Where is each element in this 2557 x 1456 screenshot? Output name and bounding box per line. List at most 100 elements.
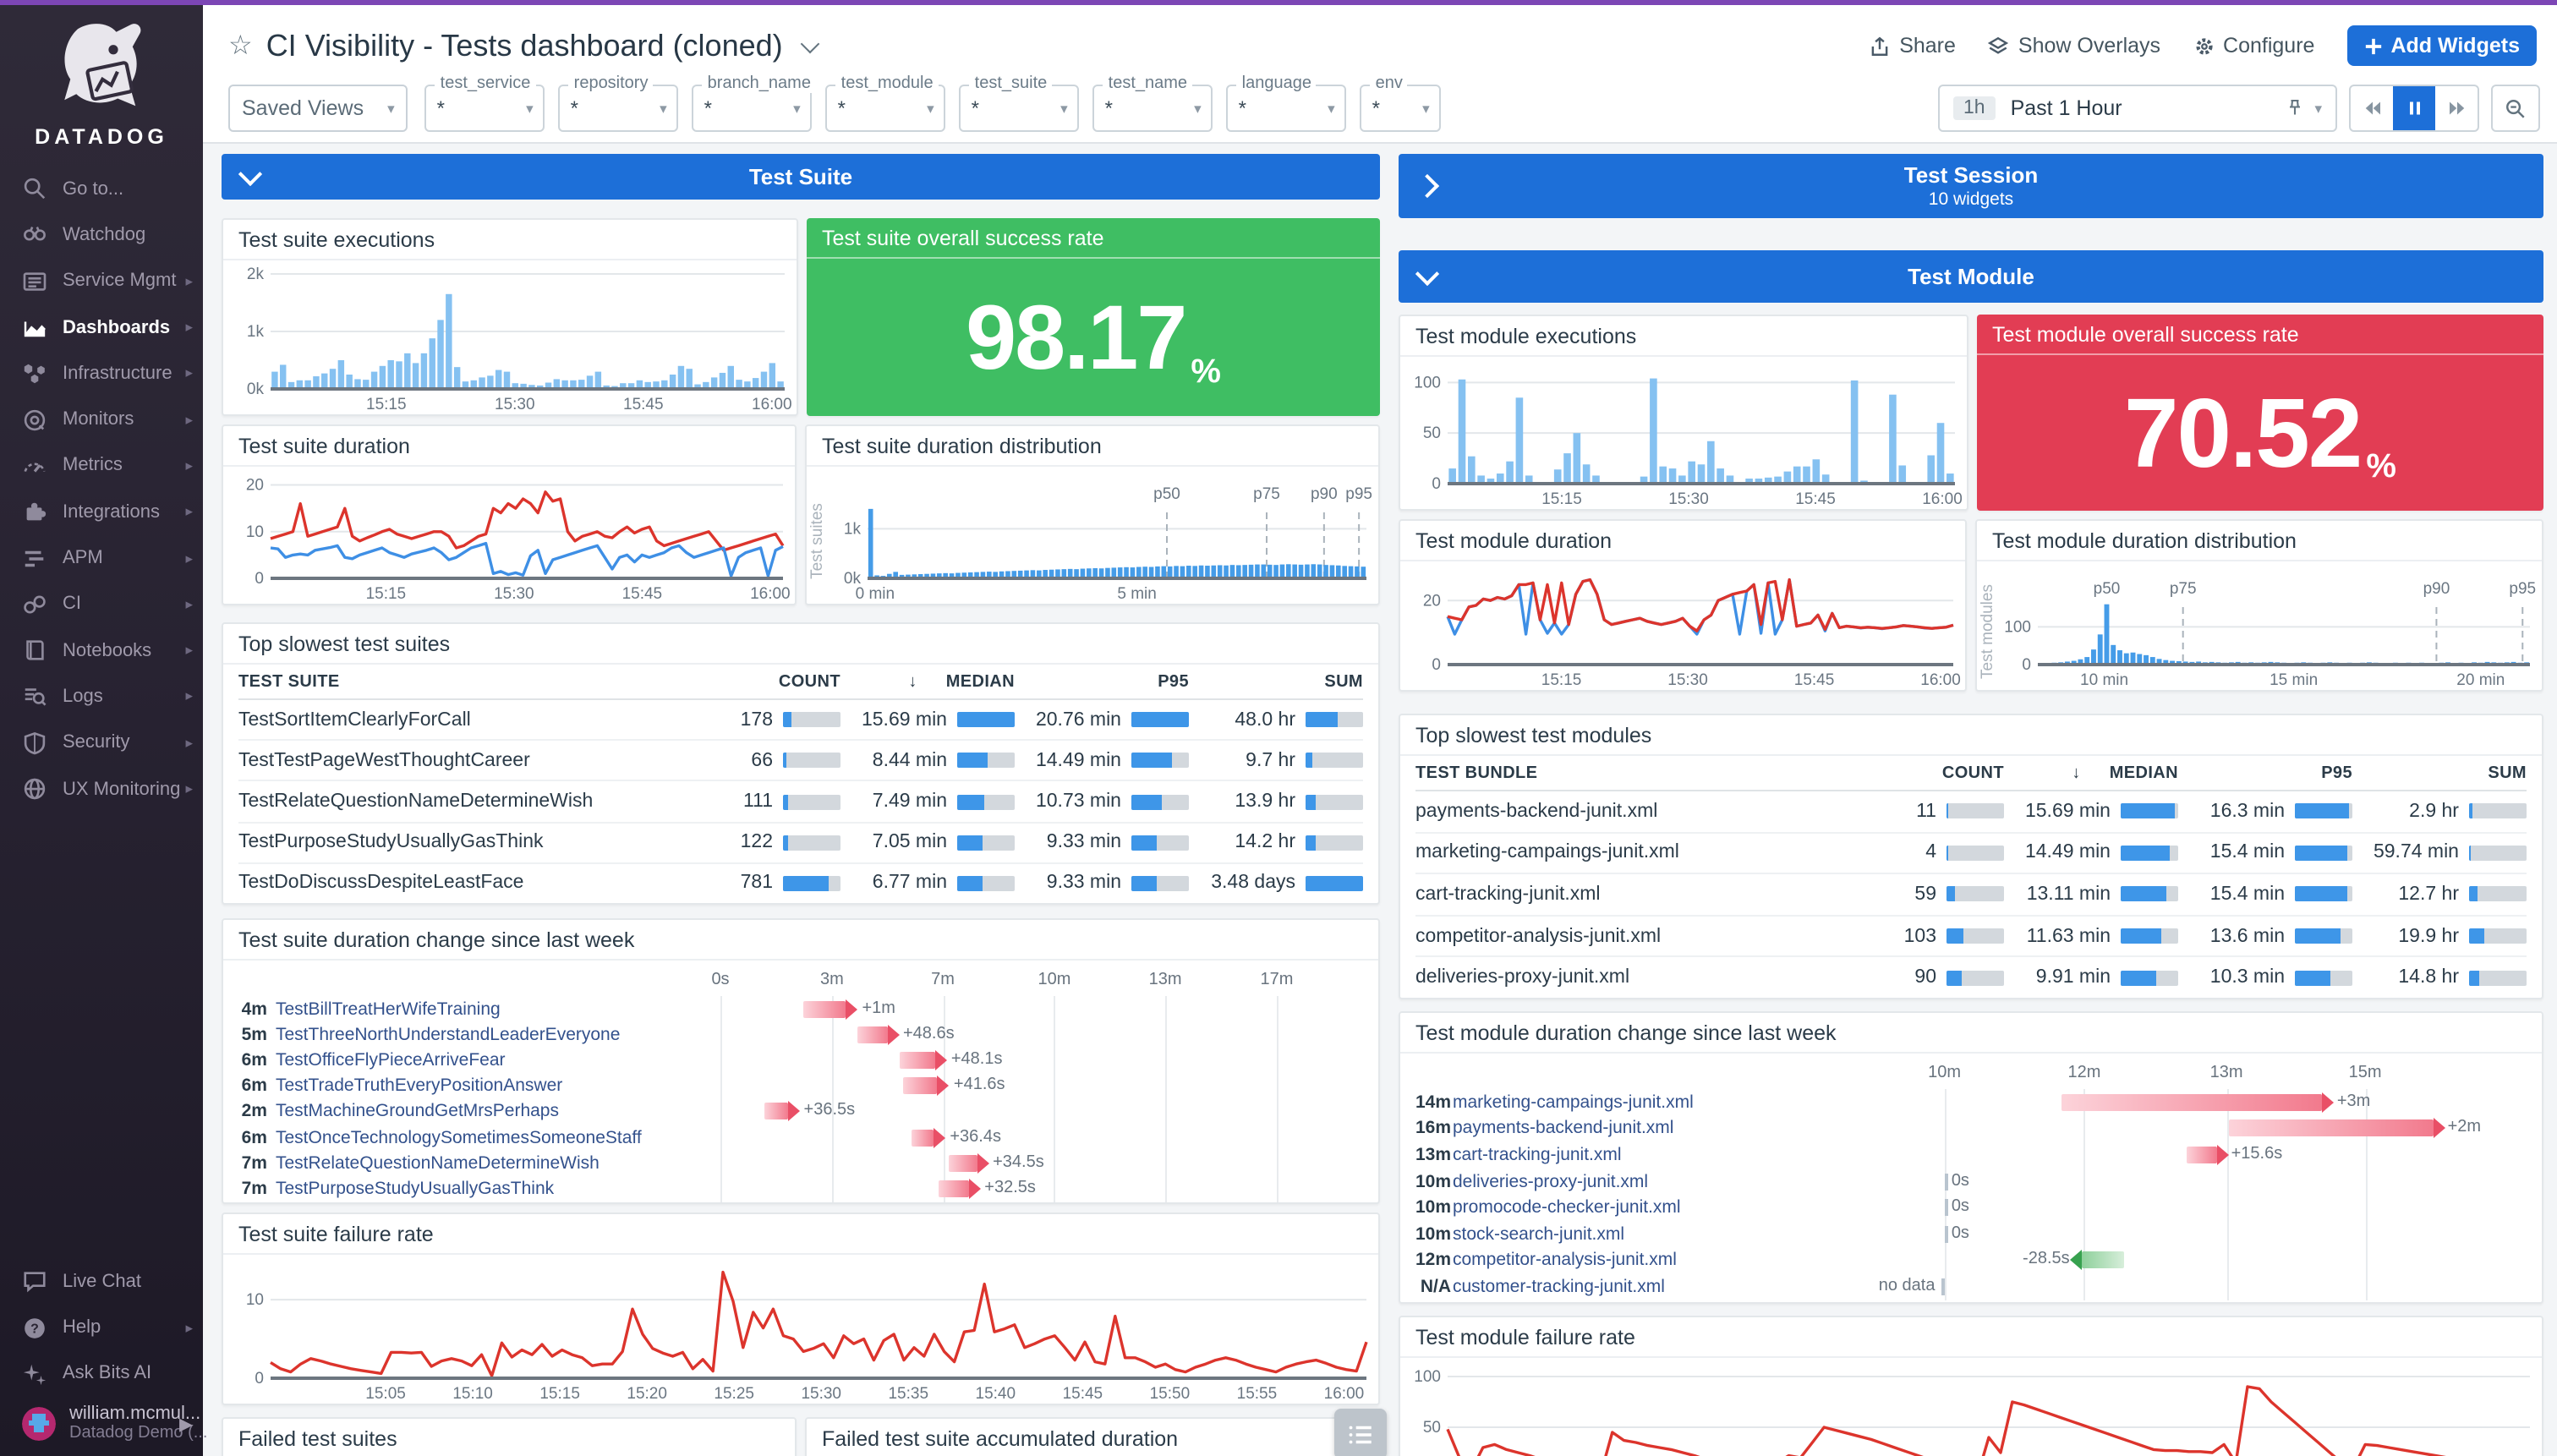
filter-dropdown-env[interactable]: env * ▾ [1361,85,1442,132]
widget-test-module-success-rate[interactable]: Test module overall success rate 70.52% [1977,315,2543,511]
widget-test-suite-success-rate[interactable]: Test suite overall success rate 98.17% [807,218,1380,416]
duration-label: 10m [1400,1171,1451,1191]
test-name-link[interactable]: TestOnceTechnologySometimesSomeoneStaff [276,1127,720,1147]
test-name-link[interactable]: TestThreeNorthUnderstandLeaderEveryone [276,1025,720,1045]
test-name-link[interactable]: TestRelateQuestionNameDetermineWish [276,1152,720,1173]
table-row[interactable]: TestTestPageWestThoughtCareer 66 8.44 mi… [238,741,1363,781]
test-name-link[interactable]: TestTradeTruthEveryPositionAnswer [276,1076,720,1096]
sidebar-item-go-to[interactable]: Go to... [0,166,203,212]
sidebar-footer-item-help[interactable]: ? Help ▸ [0,1305,203,1351]
widget-test-suite-failure-rate[interactable]: Test suite failure rate 01015:0515:1015:… [222,1212,1380,1405]
show-overlays-button[interactable]: Show Overlays [1988,34,2160,57]
widget-test-module-duration-change[interactable]: Test module duration change since last w… [1399,1011,2543,1304]
sidebar-item-dashboards[interactable]: Dashboards ▸ [0,304,203,351]
chevron-down-icon: ▾ [1060,99,1068,118]
test-name-link[interactable]: TestOfficeFlyPieceArriveFear [276,1050,720,1070]
widget-test-suite-executions[interactable]: Test suite executions 0k1k2k15:1515:3015… [222,218,798,416]
share-button[interactable]: Share [1869,34,1956,57]
table-row[interactable]: marketing-campaings-junit.xml 4 14.49 mi… [1415,833,2527,874]
test-name-link[interactable]: payments-backend-junit.xml [1453,1119,1940,1139]
group-header-test-suite[interactable]: Test Suite [222,154,1380,200]
sidebar-item-security[interactable]: Security ▸ [0,720,203,766]
test-name-link[interactable]: promocode-checker-junit.xml [1453,1197,1940,1218]
filter-dropdown-branch-name[interactable]: branch_name * ▾ [693,85,813,132]
table-row[interactable]: payments-backend-junit.xml 11 15.69 min … [1415,791,2527,833]
sort-column[interactable]: ↓ MEDIAN [840,672,1015,691]
test-name-link[interactable]: TestBillTreatHerWifeTraining [276,999,720,1019]
table-row[interactable]: TestSortItemClearlyForCall 178 15.69 min… [238,700,1363,741]
favorite-star-icon[interactable]: ☆ [228,29,253,63]
widget-failed-test-suites[interactable]: Failed test suites 40 [222,1417,797,1456]
svg-text:16:00: 16:00 [750,585,791,603]
title-chevron-down-icon[interactable] [800,34,819,53]
widget-top-slowest-test-suites[interactable]: Top slowest test suites TEST SUITE COUNT… [222,622,1380,905]
table-row[interactable]: TestRelateQuestionNameDetermineWish 111 … [238,782,1363,823]
filter-dropdown-test-name[interactable]: test_name * ▾ [1093,85,1213,132]
backward-button[interactable] [2351,86,2393,130]
sidebar-item-service-mgmt[interactable]: Service Mgmt ▸ [0,258,203,304]
sidebar-item-metrics[interactable]: Metrics ▸ [0,443,203,490]
configure-button[interactable]: Configure [2193,34,2314,57]
sidebar-item-ci[interactable]: CI ▸ [0,581,203,627]
widget-failed-suite-accumulated-duration[interactable]: Failed test suite accumulated duration [805,1417,1380,1456]
sidebar-item-logs[interactable]: Logs ▸ [0,674,203,720]
group-header-test-module[interactable]: Test Module [1399,250,2543,303]
table-row[interactable]: TestDoDiscussDespiteLeastFace 781 6.77 m… [238,864,1363,903]
widget-list-button[interactable] [1334,1409,1387,1456]
change-value: +36.5s [804,1102,856,1120]
svg-text:100: 100 [2004,618,2031,636]
filter-dropdown-test-service[interactable]: test_service * ▾ [425,85,545,132]
filter-dropdown-test-module[interactable]: test_module * ▾ [826,85,946,132]
sort-column[interactable]: ↓ MEDIAN [2004,764,2178,782]
test-name-link[interactable]: TestMachineGroundGetMrsPerhaps [276,1102,720,1122]
sidebar-item-integrations[interactable]: Integrations ▸ [0,489,203,535]
datadog-wordmark: DATADOG [0,125,203,149]
table-row[interactable]: TestPurposeStudyUsuallyGasThink 122 7.05… [238,823,1363,863]
duration-label: 13m [1400,1145,1451,1165]
sidebar-item-ux-monitoring[interactable]: UX Monitoring ▸ [0,766,203,813]
sidebar-footer-item-live-chat[interactable]: Live Chat [0,1258,203,1305]
filter-dropdown-test-suite[interactable]: test_suite * ▾ [960,85,1080,132]
test-name-link[interactable]: cart-tracking-junit.xml [1453,1145,1940,1165]
svg-text:?: ? [30,1322,39,1336]
table-row[interactable]: competitor-analysis-junit.xml 103 11.63 … [1415,917,2527,958]
sidebar-item-watchdog[interactable]: Watchdog [0,212,203,259]
time-range-picker[interactable]: 1h Past 1 Hour ▾ [1938,85,2337,132]
add-widgets-button[interactable]: Add Widgets [2346,25,2537,66]
share-icon [1869,35,1891,57]
widget-test-suite-duration[interactable]: Test suite duration 0102015:1515:3015:45… [222,424,797,605]
test-name-link[interactable]: TestPurposeStudyUsuallyGasThink [276,1179,720,1199]
test-name-link[interactable]: competitor-analysis-junit.xml [1453,1251,1940,1271]
svg-text:5 min: 5 min [1117,585,1156,603]
chevron-down-icon: ▾ [793,99,801,118]
datadog-logo[interactable]: DATADOG [0,5,203,149]
widget-test-module-duration[interactable]: Test module duration 02015:1515:3015:451… [1399,519,1967,692]
zoom-out-button[interactable] [2491,85,2540,132]
test-name-link[interactable]: customer-tracking-junit.xml [1453,1277,1940,1297]
widget-test-module-failure-rate[interactable]: Test module failure rate 05010015:0515:1… [1399,1316,2543,1456]
group-header-test-session[interactable]: Test Session 10 widgets [1399,154,2543,218]
widget-test-module-duration-distribution[interactable]: Test module duration distribution 0100p5… [1975,519,2543,692]
sidebar-item-apm[interactable]: APM ▸ [0,535,203,582]
sidebar-item-infrastructure[interactable]: Infrastructure ▸ [0,350,203,397]
filter-dropdown-language[interactable]: language * ▾ [1227,85,1347,132]
widget-test-suite-duration-distribution[interactable]: Test suite duration distribution 0k1kp50… [805,424,1380,605]
forward-button[interactable] [2435,86,2478,130]
sidebar-item-monitors[interactable]: Monitors ▸ [0,397,203,443]
table-row[interactable]: deliveries-proxy-junit.xml 90 9.91 min 1… [1415,958,2527,998]
table-header: TEST BUNDLE COUNT ↓ MEDIAN P95 SUM [1415,756,2527,791]
saved-views-dropdown[interactable]: Saved Views▾ [228,85,408,132]
filter-dropdown-repository[interactable]: repository * ▾ [559,85,679,132]
table-row[interactable]: cart-tracking-junit.xml 59 13.11 min 15.… [1415,874,2527,916]
sidebar-item-notebooks[interactable]: Notebooks ▸ [0,627,203,674]
widget-top-slowest-test-modules[interactable]: Top slowest test modules TEST BUNDLE COU… [1399,714,2543,999]
sidebar-footer-item-ask-bits-ai[interactable]: Ask Bits AI [0,1350,203,1397]
test-name-link[interactable]: marketing-campaings-junit.xml [1453,1092,1940,1113]
test-name-link[interactable]: stock-search-junit.xml [1453,1224,1940,1245]
test-name-link[interactable]: deliveries-proxy-junit.xml [1453,1171,1940,1191]
widget-test-suite-duration-change[interactable]: Test suite duration change since last we… [222,918,1380,1204]
pause-button[interactable] [2393,86,2435,130]
widget-test-module-executions[interactable]: Test module executions 05010015:1515:301… [1399,315,1968,511]
svg-text:15 min: 15 min [2270,671,2318,689]
user-menu[interactable]: william.mcmul... Datadog Demo (... ▸ [0,1397,203,1453]
